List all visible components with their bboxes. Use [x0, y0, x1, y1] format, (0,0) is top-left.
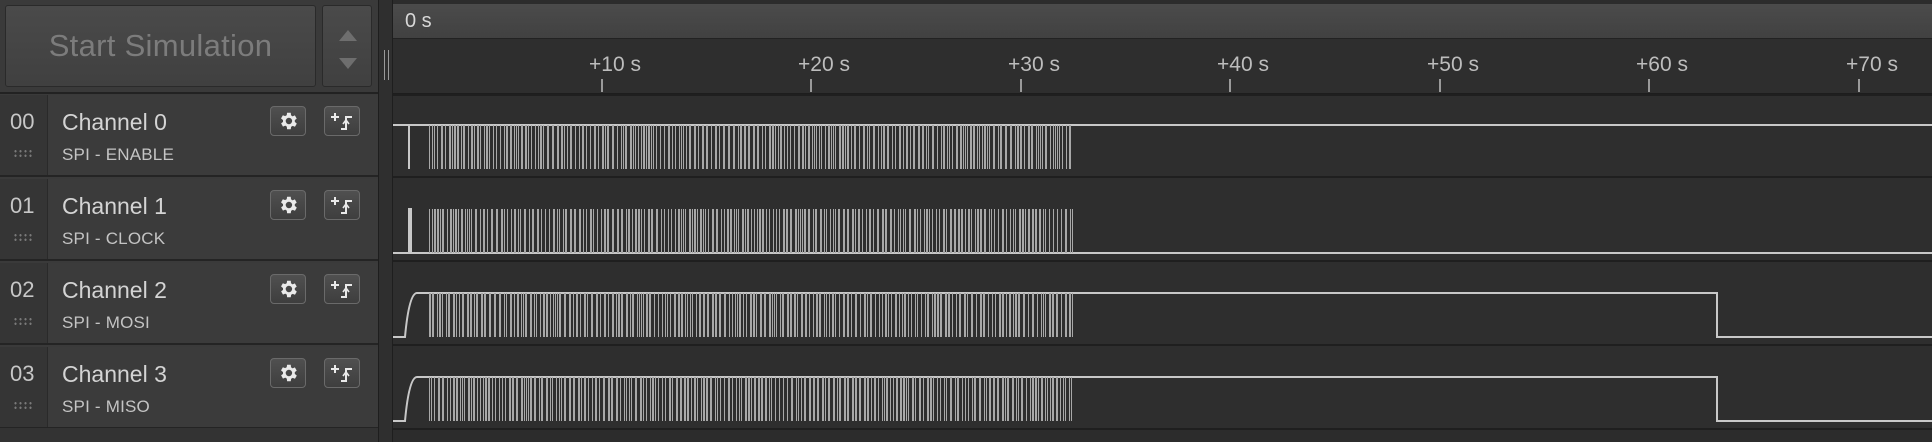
time-origin-bar: 0 s [393, 4, 1932, 39]
channel-description: SPI - MISO [62, 397, 150, 416]
tick-mark [601, 79, 603, 92]
waveform-lane-2 [393, 262, 1932, 346]
waveform-lane-3 [393, 346, 1932, 430]
gear-icon [281, 364, 297, 382]
splitter-grip-icon[interactable] [384, 50, 389, 80]
tick-mark [810, 79, 812, 92]
channel-trigger-button[interactable] [324, 274, 360, 304]
channel-row-3[interactable]: 03 Channel 3 SPI - MISO [0, 347, 378, 429]
channel-number-cell: 00 [0, 95, 48, 175]
tick-label: +10 s [589, 53, 641, 76]
rising-edge-trigger-icon [331, 113, 352, 130]
triangle-up-icon[interactable] [339, 30, 357, 41]
channel-settings-button[interactable] [270, 106, 306, 136]
tick-label: +70 s [1846, 53, 1898, 76]
channel-name[interactable]: Channel 0 [62, 109, 167, 136]
channel-name[interactable]: Channel 2 [62, 277, 167, 304]
tick-mark [1020, 79, 1022, 92]
drag-handle-icon[interactable] [13, 401, 33, 410]
gear-icon [281, 196, 297, 214]
channel-0-burst [429, 125, 1071, 169]
drag-handle-icon[interactable] [13, 233, 33, 242]
waveform-lane-0 [393, 94, 1932, 178]
tick-mark [1648, 79, 1650, 92]
tick-label: +40 s [1217, 53, 1269, 76]
channel-description: SPI - CLOCK [62, 229, 166, 248]
channel-trigger-button[interactable] [324, 190, 360, 220]
channel-name[interactable]: Channel 1 [62, 193, 167, 220]
time-ruler[interactable]: +10 s +20 s +30 s +40 s +50 s +60 s +70 … [393, 39, 1932, 95]
drag-handle-icon[interactable] [13, 149, 33, 158]
channel-row-2[interactable]: 02 Channel 2 SPI - MOSI [0, 263, 378, 345]
channel-number-cell: 01 [0, 179, 48, 259]
panel-splitter[interactable] [378, 0, 393, 442]
waveform-lane-1 [393, 178, 1932, 262]
channel-description: SPI - ENABLE [62, 145, 174, 164]
tick-mark [1229, 79, 1231, 92]
gear-icon [281, 280, 297, 298]
tick-label: +30 s [1008, 53, 1060, 76]
channel-name[interactable]: Channel 3 [62, 361, 167, 388]
channel-number: 03 [10, 361, 35, 386]
gear-icon [281, 112, 297, 130]
channel-number: 02 [10, 277, 35, 302]
channel-settings-button[interactable] [270, 358, 306, 388]
tick-mark [1858, 79, 1860, 92]
channel-number: 00 [10, 109, 35, 134]
waveform-area[interactable] [393, 94, 1932, 442]
rising-edge-trigger-icon [331, 281, 352, 298]
channel-description: SPI - MOSI [62, 313, 150, 332]
start-simulation-button[interactable]: Start Simulation [5, 5, 316, 87]
timeline-view[interactable]: 0 s +10 s +20 s +30 s +40 s +50 s +60 s … [393, 0, 1932, 442]
channel-2-burst [429, 293, 1073, 337]
tick-mark [1439, 79, 1441, 92]
rising-edge-trigger-icon [331, 197, 352, 214]
channel-row-0[interactable]: 00 Channel 0 SPI - ENABLE [0, 95, 378, 177]
panel-divider [0, 92, 378, 94]
channel-settings-button[interactable] [270, 274, 306, 304]
channel-number-cell: 02 [0, 263, 48, 343]
panel-footer [0, 428, 378, 442]
rising-edge-trigger-icon [331, 365, 352, 382]
channel-number-cell: 03 [0, 347, 48, 427]
tick-label: +20 s [798, 53, 850, 76]
channel-settings-button[interactable] [270, 190, 306, 220]
channel-row-1[interactable]: 01 Channel 1 SPI - CLOCK [0, 179, 378, 261]
tick-label: +60 s [1636, 53, 1688, 76]
channel-panel: Start Simulation 00 Channel 0 SPI - ENAB… [0, 0, 383, 442]
drag-handle-icon[interactable] [13, 317, 33, 326]
channel-scroll-control[interactable] [322, 5, 372, 87]
tick-label: +50 s [1427, 53, 1479, 76]
channel-trigger-button[interactable] [324, 106, 360, 136]
triangle-down-icon[interactable] [339, 58, 357, 69]
channel-number: 01 [10, 193, 35, 218]
time-origin-label: 0 s [405, 10, 432, 32]
channel-trigger-button[interactable] [324, 358, 360, 388]
